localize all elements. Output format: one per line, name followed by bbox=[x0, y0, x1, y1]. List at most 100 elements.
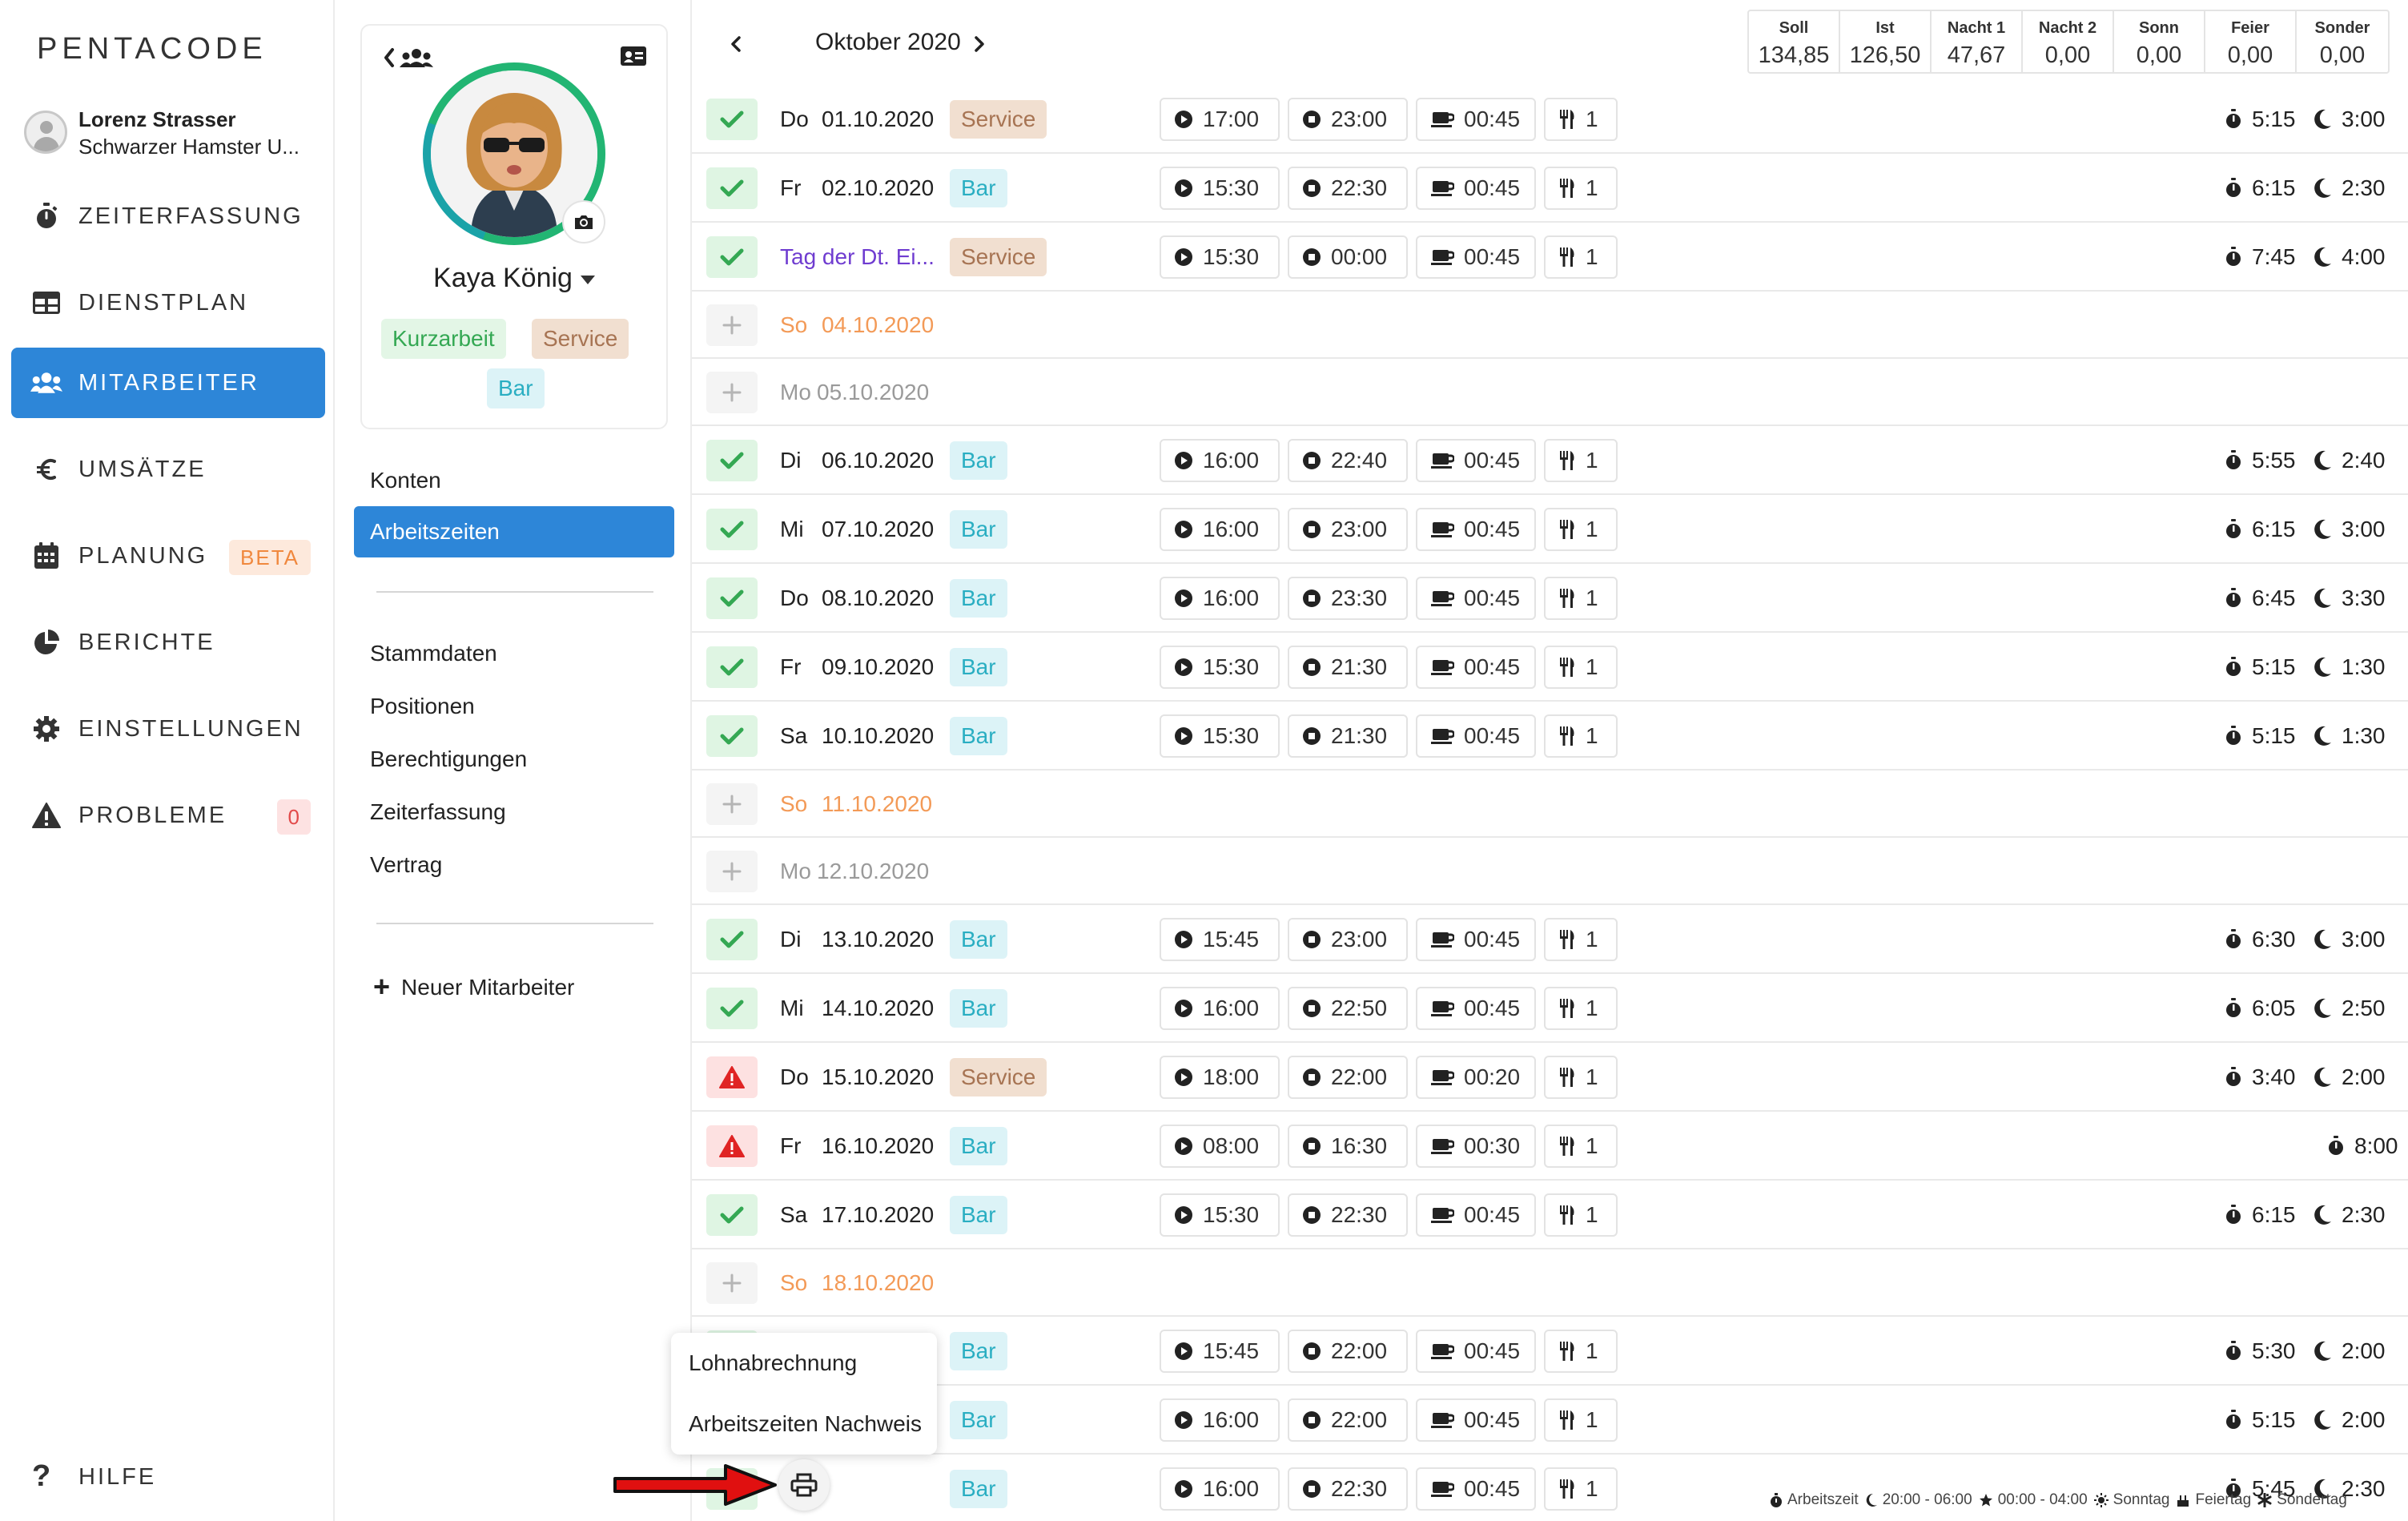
break-field[interactable]: 00:45 bbox=[1416, 714, 1536, 758]
subnav-konten[interactable]: Konten bbox=[354, 455, 674, 506]
break-field[interactable]: 00:45 bbox=[1416, 918, 1536, 961]
employee-name-dropdown[interactable]: Kaya König bbox=[362, 263, 666, 294]
end-time-field[interactable]: 16:30 bbox=[1288, 1125, 1408, 1168]
timesheet-empty-row[interactable]: Mo 05.10.2020 bbox=[692, 359, 2408, 426]
meals-field[interactable]: 1 bbox=[1544, 918, 1618, 961]
break-field[interactable]: 00:45 bbox=[1416, 1330, 1536, 1373]
meals-field[interactable]: 1 bbox=[1544, 987, 1618, 1030]
end-time-field[interactable]: 22:40 bbox=[1288, 439, 1408, 482]
break-field[interactable]: 00:45 bbox=[1416, 1398, 1536, 1442]
start-time-field[interactable]: 16:00 bbox=[1160, 987, 1280, 1030]
subnav-berechtigungen[interactable]: Berechtigungen bbox=[354, 734, 674, 785]
add-shift-button[interactable] bbox=[706, 1262, 758, 1304]
print-menu-lohnabrechnung[interactable]: Lohnabrechnung bbox=[689, 1350, 857, 1376]
start-time-field[interactable]: 15:45 bbox=[1160, 1330, 1280, 1373]
end-time-field[interactable]: 22:50 bbox=[1288, 987, 1408, 1030]
meals-field[interactable]: 1 bbox=[1544, 439, 1618, 482]
break-field[interactable]: 00:45 bbox=[1416, 439, 1536, 482]
timesheet-row[interactable]: Bar 16:00 22:00 00:45 1 5:15 2:00 bbox=[692, 1386, 2408, 1455]
approved-status[interactable] bbox=[706, 99, 758, 140]
start-time-field[interactable]: 16:00 bbox=[1160, 508, 1280, 551]
meals-field[interactable]: 1 bbox=[1544, 646, 1618, 689]
end-time-field[interactable]: 22:00 bbox=[1288, 1056, 1408, 1099]
timesheet-row[interactable]: Sa 10.10.2020 Bar 15:30 21:30 00:45 1 5:15 1:30 bbox=[692, 702, 2408, 771]
nav-zeiterfassung[interactable]: ZEITERFASSUNG bbox=[11, 181, 325, 251]
timesheet-row[interactable]: Mi 14.10.2020 Bar 16:00 22:50 00:45 1 6:05 2:50 bbox=[692, 974, 2408, 1043]
add-shift-button[interactable] bbox=[706, 372, 758, 413]
back-to-employees-button[interactable] bbox=[381, 43, 439, 76]
start-time-field[interactable]: 16:00 bbox=[1160, 1398, 1280, 1442]
add-shift-button[interactable] bbox=[706, 304, 758, 346]
next-month-button[interactable] bbox=[967, 32, 991, 56]
approved-status[interactable] bbox=[706, 646, 758, 688]
nav-dienstplan[interactable]: DIENSTPLAN bbox=[11, 268, 325, 338]
new-employee-button[interactable]: + Neuer Mitarbeiter bbox=[373, 969, 574, 1004]
break-field[interactable]: 00:45 bbox=[1416, 235, 1536, 279]
start-time-field[interactable]: 15:30 bbox=[1160, 646, 1280, 689]
end-time-field[interactable]: 21:30 bbox=[1288, 646, 1408, 689]
nav-mitarbeiter[interactable]: MITARBEITER bbox=[11, 348, 325, 418]
break-field[interactable]: 00:20 bbox=[1416, 1056, 1536, 1099]
nav-probleme[interactable]: PROBLEME 0 bbox=[11, 780, 325, 851]
subnav-arbeitszeiten[interactable]: Arbeitszeiten bbox=[354, 506, 674, 557]
break-field[interactable]: 00:45 bbox=[1416, 167, 1536, 210]
add-shift-button[interactable] bbox=[706, 851, 758, 892]
timesheet-empty-row[interactable]: So 04.10.2020 bbox=[692, 292, 2408, 359]
nav-einstellungen[interactable]: EINSTELLUNGEN bbox=[11, 694, 325, 764]
meals-field[interactable]: 1 bbox=[1544, 1193, 1618, 1237]
meals-field[interactable]: 1 bbox=[1544, 1056, 1618, 1099]
break-field[interactable]: 00:45 bbox=[1416, 508, 1536, 551]
nav-umsätze[interactable]: UMSÄTZE bbox=[11, 434, 325, 505]
break-field[interactable]: 00:45 bbox=[1416, 98, 1536, 141]
meals-field[interactable]: 1 bbox=[1544, 98, 1618, 141]
meals-field[interactable]: 1 bbox=[1544, 235, 1618, 279]
meals-field[interactable]: 1 bbox=[1544, 167, 1618, 210]
end-time-field[interactable]: 23:30 bbox=[1288, 577, 1408, 620]
timesheet-row[interactable]: Mo19.10.2020Bar15:4522:0000:4515:302:00 bbox=[692, 1317, 2408, 1386]
end-time-field[interactable]: 23:00 bbox=[1288, 918, 1408, 961]
timesheet-row[interactable]: Di 06.10.2020 Bar 16:00 22:40 00:45 1 5:55 2:40 bbox=[692, 426, 2408, 495]
approved-status[interactable] bbox=[706, 1194, 758, 1236]
meals-field[interactable]: 1 bbox=[1544, 1125, 1618, 1168]
start-time-field[interactable]: 16:00 bbox=[1160, 577, 1280, 620]
timesheet-empty-row[interactable]: So 11.10.2020 bbox=[692, 771, 2408, 838]
end-time-field[interactable]: 22:30 bbox=[1288, 1193, 1408, 1237]
start-time-field[interactable]: 15:45 bbox=[1160, 918, 1280, 961]
timesheet-row[interactable]: Fr 02.10.2020 Bar 15:30 22:30 00:45 1 6:15 2:30 bbox=[692, 154, 2408, 223]
approved-status[interactable] bbox=[706, 509, 758, 550]
timesheet-row[interactable]: Sa 17.10.2020 Bar 15:30 22:30 00:45 1 6:15 2:30 bbox=[692, 1181, 2408, 1249]
print-menu-arbeitszeiten-nachweis[interactable]: Arbeitszeiten Nachweis bbox=[689, 1411, 922, 1437]
nav-berichte[interactable]: BERICHTE bbox=[11, 607, 325, 678]
timesheet-row[interactable]: Di 13.10.2020 Bar 15:45 23:00 00:45 1 6:30 3:00 bbox=[692, 905, 2408, 974]
start-time-field[interactable]: 17:00 bbox=[1160, 98, 1280, 141]
start-time-field[interactable]: 15:30 bbox=[1160, 714, 1280, 758]
change-photo-button[interactable] bbox=[562, 200, 605, 243]
start-time-field[interactable]: 18:00 bbox=[1160, 1056, 1280, 1099]
end-time-field[interactable]: 00:00 bbox=[1288, 235, 1408, 279]
approved-status[interactable] bbox=[706, 236, 758, 278]
break-field[interactable]: 00:30 bbox=[1416, 1125, 1536, 1168]
start-time-field[interactable]: 08:00 bbox=[1160, 1125, 1280, 1168]
approved-status[interactable] bbox=[706, 919, 758, 960]
timesheet-row[interactable]: Mi 07.10.2020 Bar 16:00 23:00 00:45 1 6:15 3:00 bbox=[692, 495, 2408, 564]
break-field[interactable]: 00:45 bbox=[1416, 1467, 1536, 1511]
end-time-field[interactable]: 23:00 bbox=[1288, 98, 1408, 141]
meals-field[interactable]: 1 bbox=[1544, 1330, 1618, 1373]
timesheet-row[interactable]: Do 08.10.2020 Bar 16:00 23:30 00:45 1 6:45 3:30 bbox=[692, 564, 2408, 633]
app-logo[interactable]: PENTACODE bbox=[37, 32, 267, 66]
break-field[interactable]: 00:45 bbox=[1416, 646, 1536, 689]
end-time-field[interactable]: 22:30 bbox=[1288, 167, 1408, 210]
timesheet-empty-row[interactable]: So 18.10.2020 bbox=[692, 1249, 2408, 1317]
nav-planung[interactable]: PLANUNG BETA bbox=[11, 521, 325, 591]
id-card-icon[interactable] bbox=[620, 45, 647, 71]
meals-field[interactable]: 1 bbox=[1544, 508, 1618, 551]
approved-status[interactable] bbox=[706, 440, 758, 481]
meals-field[interactable]: 1 bbox=[1544, 714, 1618, 758]
start-time-field[interactable]: 15:30 bbox=[1160, 167, 1280, 210]
approved-status[interactable] bbox=[706, 577, 758, 619]
start-time-field[interactable]: 15:30 bbox=[1160, 1193, 1280, 1237]
timesheet-row[interactable]: Tag der Dt. Ei... Service 15:30 00:00 00:45 1… bbox=[692, 223, 2408, 292]
timesheet-empty-row[interactable]: Mo 12.10.2020 bbox=[692, 838, 2408, 905]
meals-field[interactable]: 1 bbox=[1544, 1467, 1618, 1511]
start-time-field[interactable]: 15:30 bbox=[1160, 235, 1280, 279]
